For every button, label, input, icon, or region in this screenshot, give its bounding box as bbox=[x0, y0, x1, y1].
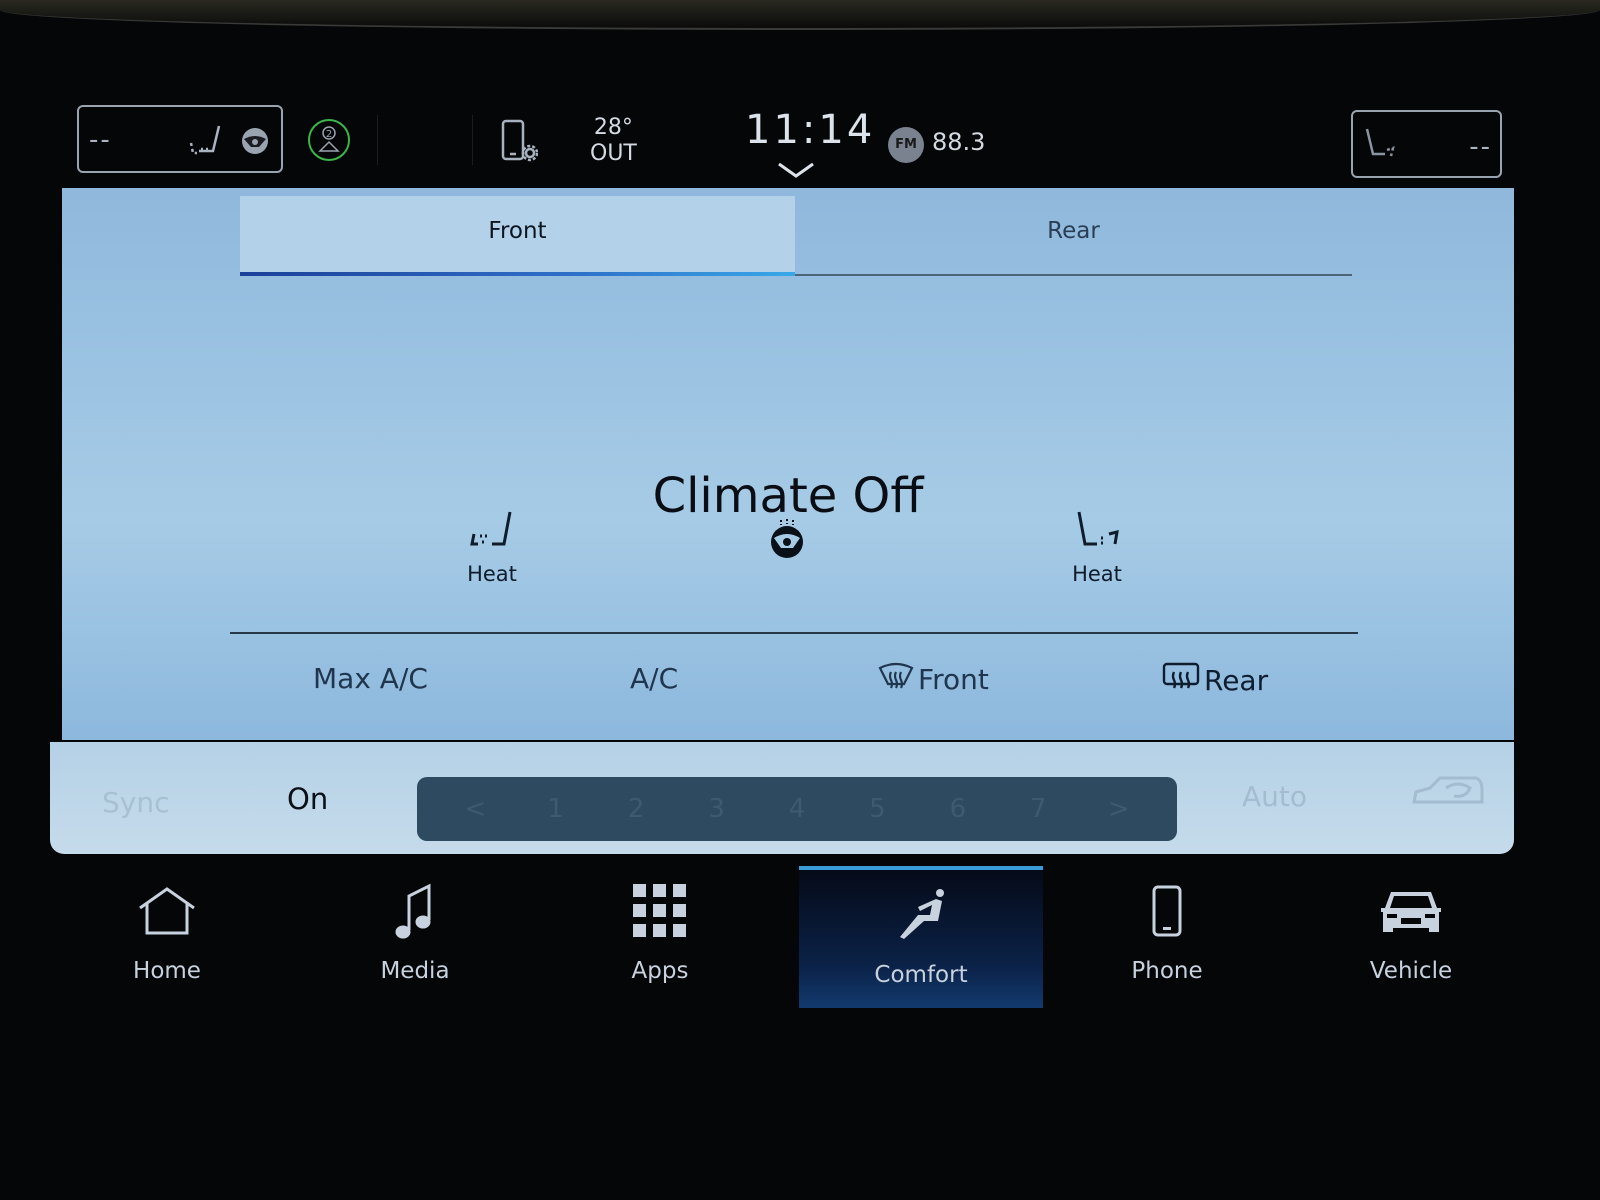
driver-seat-status[interactable]: -- bbox=[77, 105, 283, 173]
rear-defrost-icon bbox=[1162, 662, 1200, 699]
fan-speed-slider[interactable]: < 1 2 3 4 5 6 7 > bbox=[417, 777, 1177, 841]
fan-step-2[interactable]: 2 bbox=[616, 794, 656, 824]
heated-steering-wheel-icon bbox=[239, 125, 271, 161]
screen-bezel bbox=[0, 0, 1600, 30]
driver-profile-badge[interactable]: 2 bbox=[308, 119, 350, 161]
heated-steering-wheel-icon bbox=[767, 519, 807, 564]
fan-decrease-button[interactable]: < bbox=[455, 794, 495, 824]
home-icon bbox=[45, 866, 289, 946]
car-icon bbox=[1289, 866, 1533, 946]
sync-button[interactable]: Sync bbox=[102, 786, 169, 819]
clock[interactable]: 11:14 bbox=[745, 107, 875, 153]
auto-button[interactable]: Auto bbox=[1242, 780, 1307, 813]
front-defrost-icon bbox=[878, 662, 914, 697]
fan-step-1[interactable]: 1 bbox=[536, 794, 576, 824]
tab-front[interactable]: Front bbox=[240, 196, 795, 276]
radio-band-badge[interactable]: FM bbox=[888, 127, 924, 163]
outside-temp-label: OUT bbox=[590, 141, 637, 166]
nav-home-label: Home bbox=[133, 958, 201, 984]
heated-steering-wheel-button[interactable] bbox=[767, 518, 807, 564]
passenger-seat-heat-label: Heat bbox=[1072, 562, 1122, 586]
bottom-nav: Home Media Apps Comfort Phone Vehicle bbox=[45, 866, 1515, 1008]
climate-tabs: Front Rear bbox=[240, 196, 1352, 276]
climate-status-title: Climate Off bbox=[652, 468, 924, 524]
nav-home[interactable]: Home bbox=[45, 866, 289, 1008]
chevron-down-icon[interactable] bbox=[776, 161, 816, 183]
nav-comfort[interactable]: Comfort bbox=[799, 866, 1043, 1008]
driver-seat-heat-label: Heat bbox=[467, 562, 517, 586]
front-defrost-button[interactable]: Front bbox=[878, 662, 989, 697]
nav-phone-label: Phone bbox=[1131, 958, 1203, 984]
nav-apps[interactable]: Apps bbox=[538, 866, 782, 1008]
front-defrost-label: Front bbox=[918, 663, 989, 696]
fan-step-4[interactable]: 4 bbox=[777, 794, 817, 824]
fan-step-3[interactable]: 3 bbox=[697, 794, 737, 824]
nav-vehicle-label: Vehicle bbox=[1369, 958, 1453, 984]
fan-step-6[interactable]: 6 bbox=[938, 794, 978, 824]
fan-control-row: Sync On < 1 2 3 4 5 6 7 > Auto bbox=[50, 742, 1514, 854]
driver-seat-value: -- bbox=[89, 125, 112, 155]
phone-icon bbox=[1045, 866, 1289, 946]
tab-rear[interactable]: Rear bbox=[795, 196, 1352, 276]
ac-label: A/C bbox=[630, 662, 679, 695]
status-bar: -- 2 28° OUT 11:14 FM 88.3 -- bbox=[0, 95, 1600, 185]
rear-defrost-label: Rear bbox=[1204, 664, 1269, 697]
passenger-seat-value: -- bbox=[1469, 132, 1492, 162]
rear-defrost-button[interactable]: Rear bbox=[1162, 662, 1268, 699]
recirculation-button[interactable] bbox=[1410, 772, 1486, 816]
radio-frequency[interactable]: 88.3 bbox=[932, 128, 985, 156]
climate-on-button[interactable]: On bbox=[287, 782, 328, 816]
heated-seat-icon bbox=[1071, 511, 1123, 556]
recirculation-car-icon bbox=[1410, 776, 1486, 816]
outside-temperature: 28° OUT bbox=[590, 115, 637, 167]
phone-settings-icon[interactable] bbox=[500, 119, 539, 167]
tab-divider bbox=[795, 274, 1352, 276]
passenger-seat-status[interactable]: -- bbox=[1351, 110, 1502, 178]
nav-comfort-label: Comfort bbox=[874, 962, 968, 988]
fan-step-5[interactable]: 5 bbox=[857, 794, 897, 824]
nav-media[interactable]: Media bbox=[293, 866, 537, 1008]
section-divider bbox=[230, 632, 1358, 634]
music-note-icon bbox=[293, 866, 537, 946]
driver-seat-heat-button[interactable]: Heat bbox=[432, 508, 552, 586]
nav-media-label: Media bbox=[380, 958, 450, 984]
active-tab-indicator bbox=[240, 272, 795, 276]
driver-profile-number: 2 bbox=[326, 129, 332, 140]
nav-vehicle[interactable]: Vehicle bbox=[1289, 866, 1533, 1008]
nav-apps-label: Apps bbox=[631, 958, 689, 984]
climate-panel: Front Rear Climate Off Heat Heat Max A/C… bbox=[62, 188, 1514, 740]
heated-seat-icon bbox=[466, 511, 518, 556]
heated-seat-icon bbox=[187, 123, 227, 163]
seated-person-icon bbox=[799, 870, 1043, 950]
fan-step-7[interactable]: 7 bbox=[1018, 794, 1058, 824]
outside-temp-value: 28° bbox=[593, 115, 633, 140]
nav-phone[interactable]: Phone bbox=[1045, 866, 1289, 1008]
status-divider bbox=[377, 115, 378, 165]
max-ac-button[interactable]: Max A/C bbox=[313, 662, 428, 695]
status-divider bbox=[472, 115, 473, 165]
max-ac-label: Max A/C bbox=[313, 662, 428, 695]
fan-increase-button[interactable]: > bbox=[1099, 794, 1139, 824]
passenger-seat-heat-button[interactable]: Heat bbox=[1037, 508, 1157, 586]
heated-seat-icon bbox=[1363, 126, 1401, 166]
ac-button[interactable]: A/C bbox=[630, 662, 678, 695]
apps-grid-icon bbox=[538, 866, 782, 946]
